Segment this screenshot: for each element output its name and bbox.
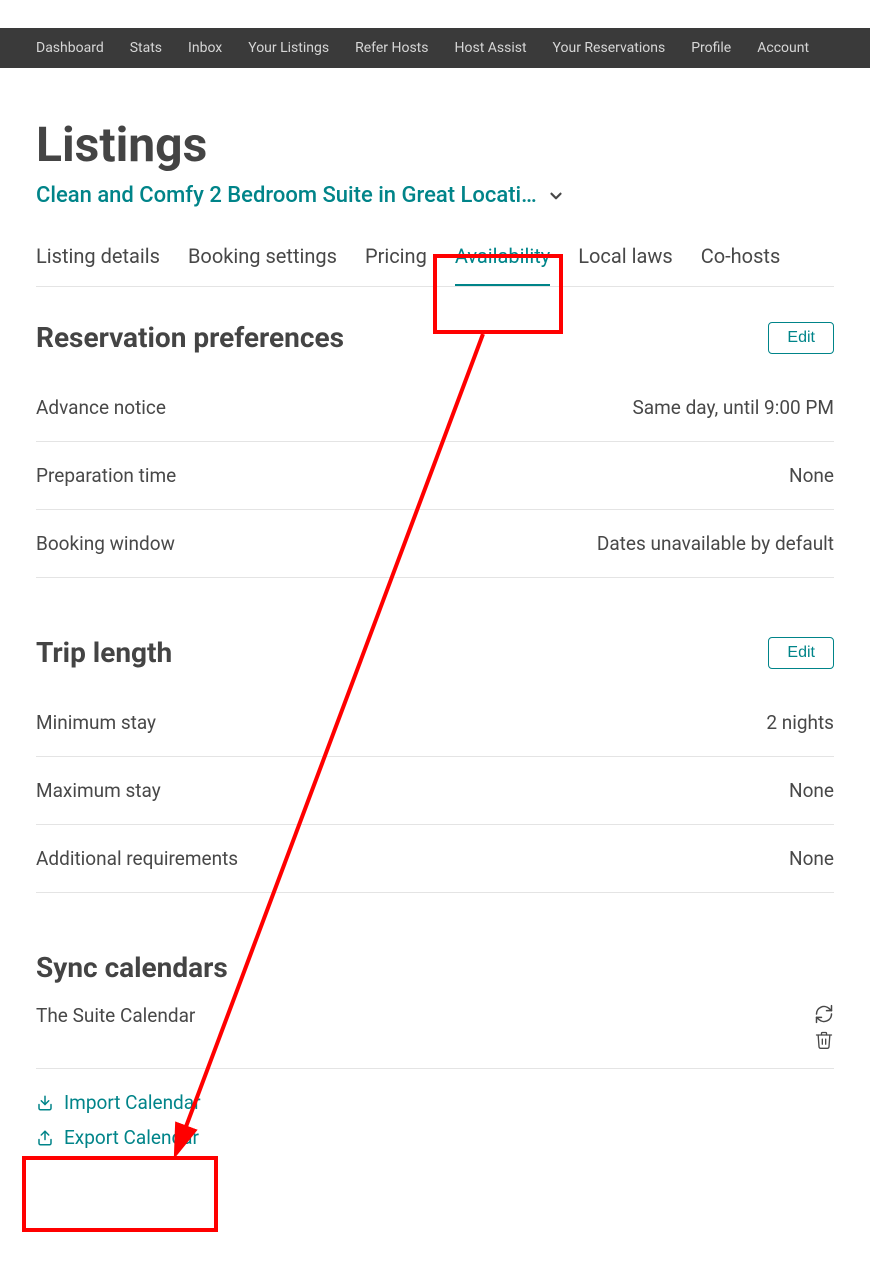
minimum-stay-row: Minimum stay 2 nights: [36, 689, 834, 757]
top-nav: Dashboard Stats Inbox Your Listings Refe…: [0, 28, 870, 68]
preparation-time-value: None: [789, 464, 834, 487]
nav-host-assist[interactable]: Host Assist: [455, 40, 527, 56]
chevron-down-icon: [547, 187, 565, 205]
tab-co-hosts[interactable]: Co-hosts: [701, 244, 781, 286]
export-icon: [36, 1129, 54, 1147]
listing-tabs: Listing details Booking settings Pricing…: [36, 244, 834, 287]
listing-selector[interactable]: Clean and Comfy 2 Bedroom Suite in Great…: [36, 183, 565, 208]
advance-notice-label: Advance notice: [36, 396, 166, 419]
export-calendar-link[interactable]: Export Calendar: [36, 1120, 834, 1155]
import-icon: [36, 1094, 54, 1112]
advance-notice-row: Advance notice Same day, until 9:00 PM: [36, 374, 834, 442]
additional-requirements-value: None: [789, 847, 834, 870]
minimum-stay-value: 2 nights: [766, 711, 834, 734]
trash-icon[interactable]: [814, 1030, 834, 1050]
nav-stats[interactable]: Stats: [130, 40, 162, 56]
booking-window-value: Dates unavailable by default: [597, 532, 834, 555]
nav-your-reservations[interactable]: Your Reservations: [553, 40, 666, 56]
booking-window-row: Booking window Dates unavailable by defa…: [36, 510, 834, 578]
maximum-stay-value: None: [789, 779, 834, 802]
reservation-preferences-section: Reservation preferences Edit Advance not…: [36, 321, 834, 578]
sync-calendars-section: Sync calendars The Suite Calendar Import…: [36, 951, 834, 1155]
maximum-stay-row: Maximum stay None: [36, 757, 834, 825]
sync-calendars-title: Sync calendars: [36, 951, 228, 984]
export-calendar-label: Export Calendar: [64, 1126, 199, 1149]
edit-trip-button[interactable]: Edit: [768, 637, 834, 669]
import-calendar-label: Import Calendar: [64, 1091, 201, 1114]
nav-your-listings[interactable]: Your Listings: [248, 40, 329, 56]
tab-pricing[interactable]: Pricing: [365, 244, 427, 286]
page-content: Listings Clean and Comfy 2 Bedroom Suite…: [0, 68, 870, 1273]
tab-booking-settings[interactable]: Booking settings: [188, 244, 337, 286]
import-calendar-link[interactable]: Import Calendar: [36, 1085, 834, 1120]
reservation-preferences-title: Reservation preferences: [36, 321, 344, 354]
tab-local-laws[interactable]: Local laws: [578, 244, 672, 286]
additional-requirements-label: Additional requirements: [36, 847, 238, 870]
preparation-time-label: Preparation time: [36, 464, 176, 487]
calendar-name: The Suite Calendar: [36, 1004, 195, 1027]
nav-account[interactable]: Account: [757, 40, 809, 56]
advance-notice-value: Same day, until 9:00 PM: [633, 396, 835, 419]
preparation-time-row: Preparation time None: [36, 442, 834, 510]
listing-name: Clean and Comfy 2 Bedroom Suite in Great…: [36, 183, 537, 208]
edit-reservation-button[interactable]: Edit: [768, 322, 834, 354]
tab-listing-details[interactable]: Listing details: [36, 244, 160, 286]
additional-requirements-row: Additional requirements None: [36, 825, 834, 893]
nav-profile[interactable]: Profile: [691, 40, 731, 56]
trip-length-section: Trip length Edit Minimum stay 2 nights M…: [36, 636, 834, 893]
maximum-stay-label: Maximum stay: [36, 779, 161, 802]
booking-window-label: Booking window: [36, 532, 175, 555]
minimum-stay-label: Minimum stay: [36, 711, 156, 734]
tab-availability[interactable]: Availability: [455, 244, 550, 286]
page-title: Listings: [36, 116, 834, 173]
trip-length-title: Trip length: [36, 636, 172, 669]
calendar-row: The Suite Calendar: [36, 1004, 834, 1069]
nav-inbox[interactable]: Inbox: [188, 40, 222, 56]
nav-refer-hosts[interactable]: Refer Hosts: [355, 40, 428, 56]
nav-dashboard[interactable]: Dashboard: [36, 40, 104, 56]
sync-icon[interactable]: [814, 1004, 834, 1024]
